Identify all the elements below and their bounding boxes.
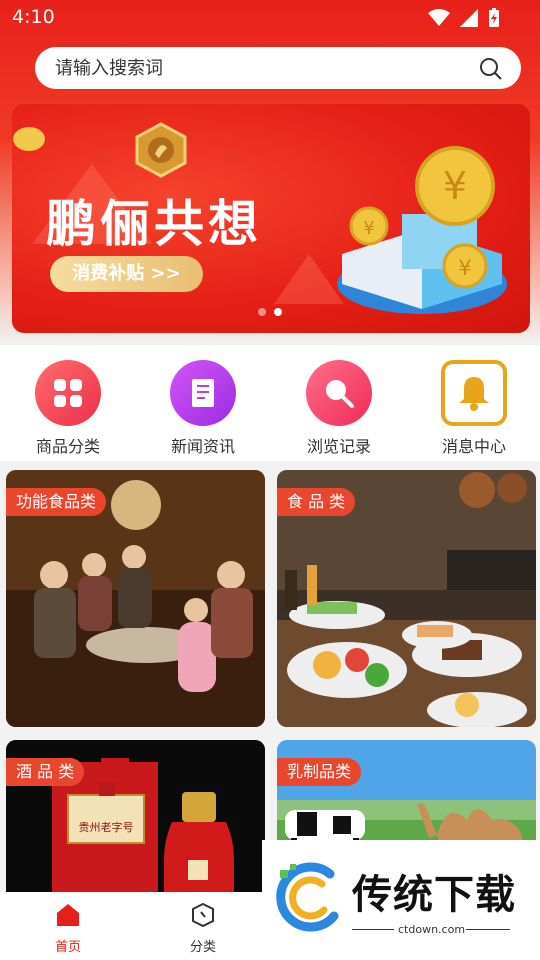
status-bar: 4:10 [0,0,540,36]
nav-category[interactable]: 分类 [163,902,243,955]
svg-text:¥: ¥ [363,218,374,239]
watermark-url: ctdown.com [398,923,466,936]
divider [352,929,394,930]
watermark-text: 传统下载 [352,872,516,918]
nav-label: 首页 [54,940,81,955]
category-tag: 乳制品类 [277,758,362,786]
carousel-dot-active[interactable] [274,308,282,316]
battery-icon [489,8,499,27]
quick-label: 消息中心 [441,437,506,456]
wifi-icon [428,9,450,26]
category-tag: 食 品 类 [277,488,356,516]
quick-item-history[interactable]: 浏览记录 [289,360,389,457]
status-icons [428,8,500,28]
search-bar[interactable] [35,47,521,89]
news-icon [170,360,236,426]
nav-label: 分类 [189,940,216,955]
promo-banner[interactable]: 鹏俪共想 消费补贴 >> ¥ ¥ ¥ [12,104,530,333]
quick-label: 浏览记录 [306,437,371,456]
home-icon [57,904,79,926]
watermark-logo-icon [276,862,339,932]
category-tag: 酒 品 类 [6,758,85,786]
hexagon-logo-icon [135,122,187,178]
coin-chart-illustration: ¥ ¥ ¥ [337,146,507,314]
bell-icon [441,360,507,426]
signal-icon [460,9,478,27]
quick-entry-row: 商品分类 新闻资讯 浏览记录 消息中心 [0,345,540,461]
quick-item-categories[interactable]: 商品分类 [18,360,118,457]
svg-text:¥: ¥ [458,256,471,280]
quick-item-messages[interactable]: 消息中心 [424,360,524,457]
quick-label: 商品分类 [35,437,100,456]
banner-title: 鹏俪共想 [46,195,262,253]
coin-icon [13,127,45,151]
category-icon [192,902,214,928]
divider [466,929,510,930]
carousel-dot[interactable] [258,308,266,316]
quick-label: 新闻资讯 [170,437,235,456]
category-card-food[interactable]: 食 品 类 [277,470,536,727]
subsidy-button[interactable]: 消费补贴 >> [50,256,203,292]
carousel-dots [258,308,282,316]
search-icon[interactable] [479,57,503,81]
search-input[interactable] [55,47,455,89]
grid-icon [35,360,101,426]
svg-text:贵州老字号: 贵州老字号 [79,820,134,834]
search-history-icon [306,360,372,426]
status-time: 4:10 [12,6,55,28]
quick-item-news[interactable]: 新闻资讯 [153,360,253,457]
category-card-liquor[interactable]: 贵州老字号 酒 品 类 [6,740,265,900]
watermark: 传统下载 ctdown.com [262,840,540,960]
category-card-functional-food[interactable]: 功能食品类 [6,470,265,727]
nav-home[interactable]: 首页 [28,902,108,955]
category-tag: 功能食品类 [6,488,107,516]
svg-text:¥: ¥ [443,164,467,208]
